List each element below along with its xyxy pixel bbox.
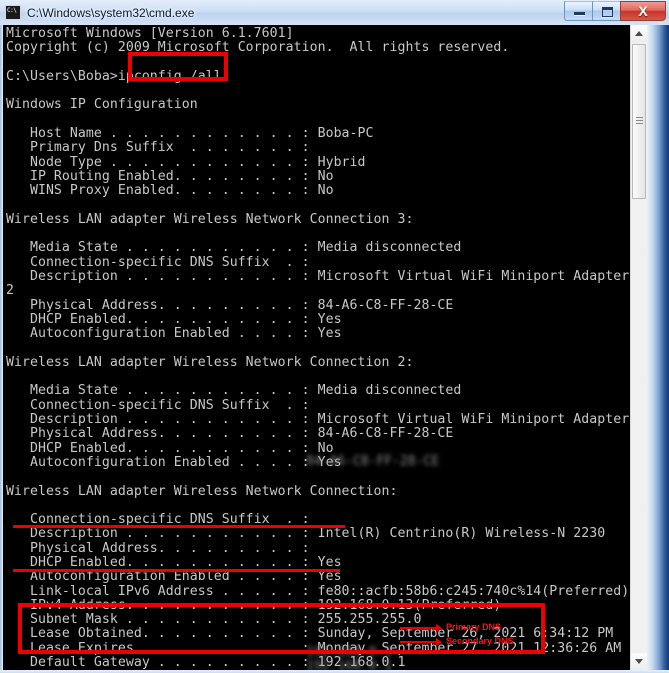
triangle-up-icon bbox=[635, 31, 643, 36]
arrow-line-secondary-dns bbox=[400, 641, 438, 643]
triangle-down-icon bbox=[635, 659, 643, 664]
minimize-button[interactable] bbox=[564, 1, 593, 21]
window-title: C:\Windows\system32\cmd.exe bbox=[27, 5, 195, 20]
title-bar[interactable]: C:\Windows\system32\cmd.exe X bbox=[0, 0, 669, 25]
window-right-edge bbox=[647, 25, 669, 673]
arrow-head-secondary-dns bbox=[436, 638, 442, 646]
redacted-physical-address: 84-A6-C8-FF-28-CE bbox=[306, 454, 440, 469]
console-output-area[interactable]: Microsoft Windows [Version 6.1.7601] Cop… bbox=[3, 25, 630, 670]
redacted-secondary-dns: 192.168.0.1 bbox=[306, 659, 393, 671]
annotation-underline-default-gateway bbox=[13, 569, 340, 572]
annotation-box-command bbox=[128, 52, 228, 81]
close-button[interactable]: X bbox=[620, 1, 666, 21]
cmd-console-icon bbox=[5, 5, 21, 20]
window-controls: X bbox=[564, 1, 666, 22]
annotation-label-primary-dns: Primary DNS bbox=[446, 622, 502, 632]
minimize-icon bbox=[574, 12, 585, 15]
restore-icon bbox=[602, 7, 613, 17]
screenshot-root: C:\Windows\system32\cmd.exe X Microsoft … bbox=[0, 0, 669, 673]
scrollbar-grip-icon bbox=[636, 117, 643, 125]
console-text: Microsoft Windows [Version 6.1.7601] Cop… bbox=[6, 26, 630, 670]
vertical-scrollbar[interactable] bbox=[630, 25, 647, 670]
annotation-label-secondary-dns: Secondary DNS bbox=[446, 636, 514, 646]
arrow-line-primary-dns bbox=[400, 627, 438, 629]
annotation-underline-subnet-mask bbox=[13, 525, 345, 528]
scroll-up-arrow-icon[interactable] bbox=[631, 25, 647, 42]
close-icon: X bbox=[638, 3, 648, 19]
arrow-head-primary-dns bbox=[436, 624, 442, 632]
scroll-down-arrow-icon[interactable] bbox=[631, 653, 647, 670]
scrollbar-thumb[interactable] bbox=[632, 44, 646, 199]
maximize-restore-button[interactable] bbox=[592, 1, 621, 21]
